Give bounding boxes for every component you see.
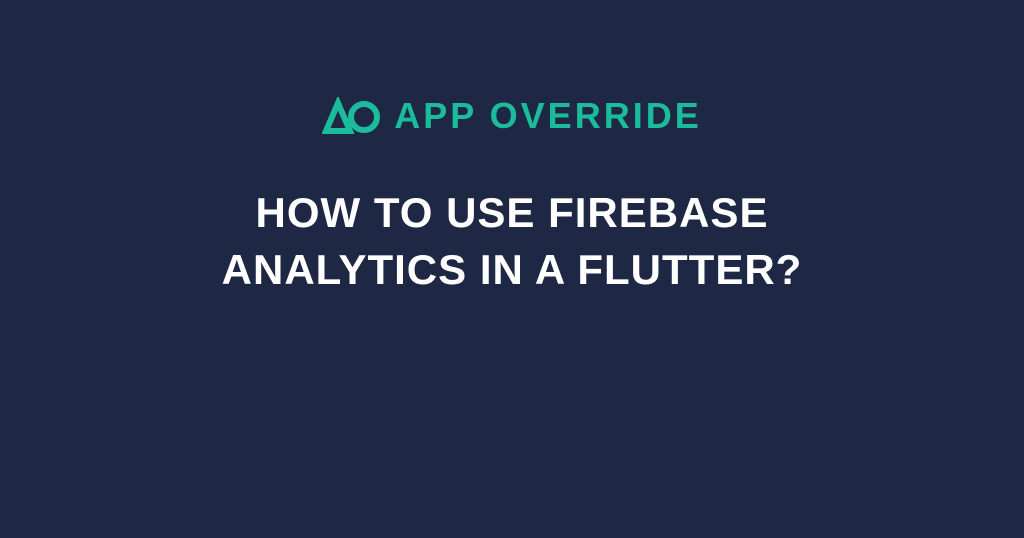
logo-mark-icon — [322, 97, 380, 135]
brand-logo: APP OVERRIDE — [322, 95, 701, 137]
brand-name: APP OVERRIDE — [394, 95, 701, 137]
page-title: How to use Firebase Analytics in a Flutt… — [132, 185, 892, 298]
